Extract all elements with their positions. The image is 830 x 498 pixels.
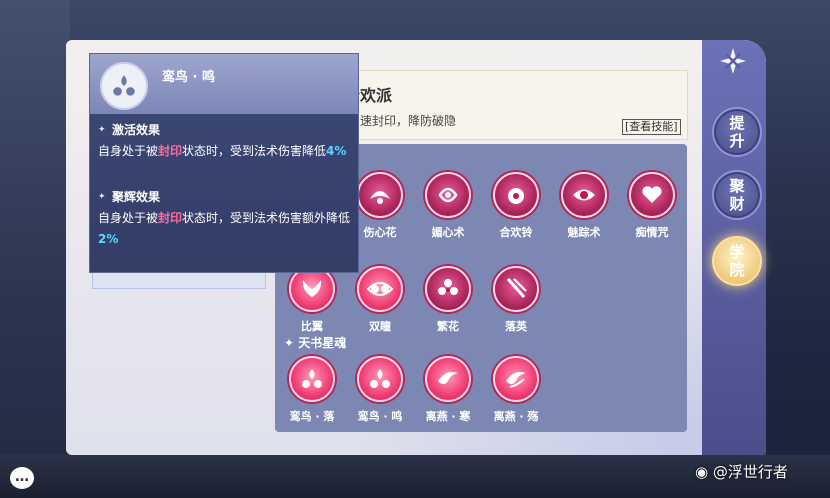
- sparkle-icon: ✦: [98, 125, 106, 135]
- skill-item[interactable]: 伤心花: [350, 172, 410, 240]
- skill-tooltip: 鸾鸟 · 鸣 ✦ 激活效果 自身处于被封印状态时，受到法术伤害降低4% ✦ 聚辉…: [89, 53, 359, 273]
- view-skills-link[interactable]: [查看技能]: [622, 119, 681, 135]
- skill-item[interactable]: 离燕 · 殇: [486, 356, 546, 424]
- skill-label: 离燕 · 寒: [425, 410, 471, 423]
- blossom-icon: [425, 266, 471, 312]
- weibo-logo-icon: ◉: [695, 463, 713, 481]
- skill-label: 痴情咒: [635, 226, 669, 239]
- heart-curse-icon: [629, 172, 675, 218]
- sparkle-icon: ✦: [284, 336, 299, 350]
- skill-item[interactable]: 离燕 · 寒: [418, 356, 478, 424]
- skill-label: 鸾鸟 · 落: [289, 410, 335, 423]
- school-description: 速封印，降防破隐: [360, 114, 457, 128]
- falling-petals-icon: [493, 266, 539, 312]
- skill-item[interactable]: 双瞳: [350, 266, 410, 334]
- phoenix-fall-icon: [289, 356, 335, 402]
- skill-label: 鸾鸟 · 鸣: [357, 410, 403, 423]
- swallow-fall-icon: [493, 356, 539, 402]
- charm-swirl-icon: [425, 172, 471, 218]
- skill-item[interactable]: 鸾鸟 · 鸣: [350, 356, 410, 424]
- upgrade-tab-button[interactable]: 提升: [712, 107, 762, 157]
- bell-icon: [493, 172, 539, 218]
- skill-label: 比翼: [301, 320, 323, 333]
- game-scene-left: [0, 0, 70, 498]
- glory-effect-title: 聚辉效果: [112, 190, 161, 204]
- wealth-tab-button[interactable]: 聚财: [712, 170, 762, 220]
- academy-tab-button[interactable]: 学院: [712, 236, 762, 286]
- skill-item[interactable]: 繁花: [418, 266, 478, 334]
- skill-label: 落英: [505, 320, 527, 333]
- close-icon[interactable]: [717, 45, 749, 77]
- sparkle-icon: ✦: [98, 192, 106, 202]
- skill-label: 媚心术: [431, 226, 465, 239]
- star-soul-section-title: ✦ 天书星魂: [284, 336, 347, 350]
- skill-item[interactable]: 落英: [486, 266, 546, 334]
- skill-item[interactable]: 魅踪术: [554, 172, 614, 240]
- skill-label: 繁花: [437, 320, 459, 333]
- phoenix-cry-icon: [357, 356, 403, 402]
- glory-effect-text: 自身处于被封印状态时，受到法术伤害额外降低2%: [98, 211, 351, 246]
- skill-item[interactable]: 鸾鸟 · 落: [282, 356, 342, 424]
- skill-item[interactable]: 媚心术: [418, 172, 478, 240]
- chat-bubble-icon[interactable]: …: [10, 467, 34, 489]
- skill-item[interactable]: 比翼: [282, 266, 342, 334]
- skill-label: 魅踪术: [567, 226, 601, 239]
- swallow-cold-icon: [425, 356, 471, 402]
- tooltip-title: 鸾鸟 · 鸣: [162, 70, 215, 85]
- activation-effect-text: 自身处于被封印状态时，受到法术伤害降低4%: [98, 144, 347, 158]
- eye-icon: [561, 172, 607, 218]
- skill-label: 合欢铃: [499, 226, 533, 239]
- twin-eyes-icon: [357, 266, 403, 312]
- activation-effect-title: 激活效果: [112, 123, 161, 137]
- heart-flower-icon: [357, 172, 403, 218]
- skill-label: 伤心花: [363, 226, 397, 239]
- watermark: ◉ @浮世行者: [695, 463, 788, 481]
- skill-item[interactable]: 痴情咒: [622, 172, 682, 240]
- phoenix-cry-icon: [100, 62, 148, 110]
- skill-item[interactable]: 合欢铃: [486, 172, 546, 240]
- skill-label: 双瞳: [369, 320, 391, 333]
- skill-label: 离燕 · 殇: [493, 410, 539, 423]
